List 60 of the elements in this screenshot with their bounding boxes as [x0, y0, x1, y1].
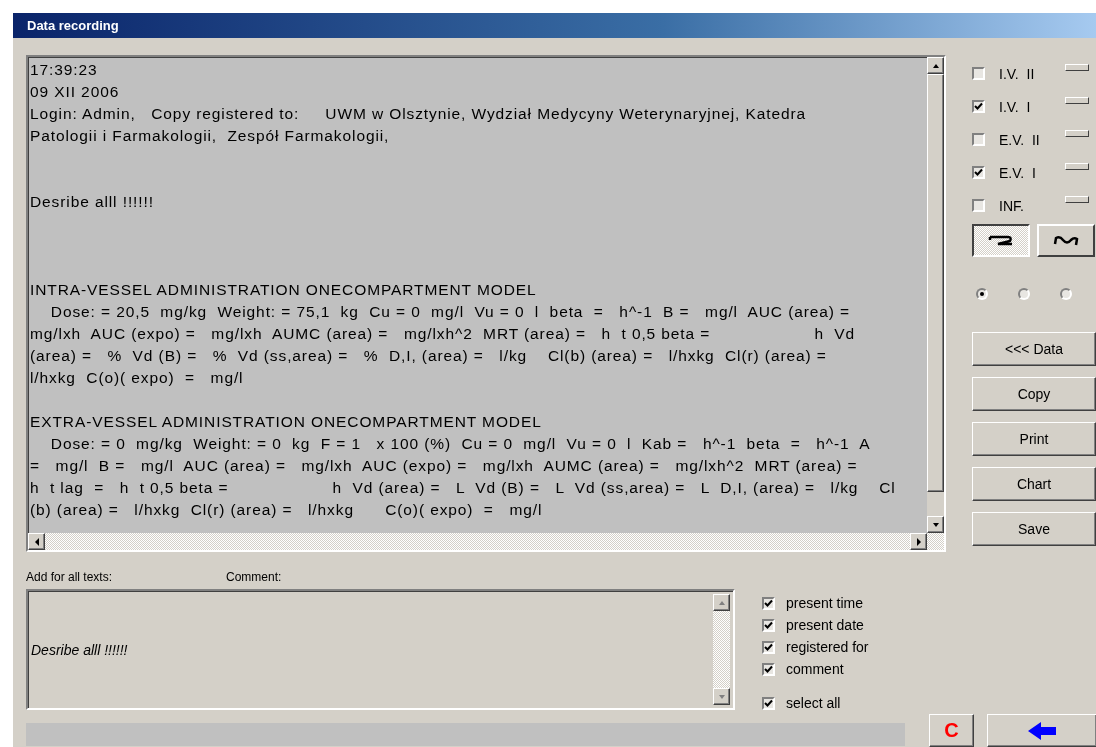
checkbox-label: present date [786, 617, 864, 633]
action-button[interactable]: <<< Data [972, 332, 1096, 366]
scroll-up-button[interactable] [713, 594, 730, 611]
window-title: Data recording [27, 18, 119, 33]
checkbox[interactable] [762, 640, 775, 654]
triangle-icon [931, 62, 940, 69]
checkbox-label: E.V. I [999, 164, 1037, 181]
checkbox-label: present time [786, 595, 864, 611]
zigzag-curve-button[interactable] [972, 224, 1030, 257]
triangle-icon [33, 537, 40, 546]
report-paragraph: INTRA-VESSEL ADMINISTRATION ONECOMPARTMENT MODEL Dose: = 20,5 mg/kg Weight: = 75,1 kg Cu = 0 mg/l Vu = 0 l beta = h^-1 B = mg/l AUC (area) = mg/lxh AUC (expo) = mg/lxh AUMC (area) = mg/lxh^2 MRT (area) = h t 0,5 beta = h Vd (area) = % Vd (B) = % Vd (ss,area) = % D,I, (area) = l/kg Cl(b) (area) = l/hxkg Cl(r) (area) = l/hxkg C(o)( expo) = mg/l [30, 280, 857, 388]
report-paragraph: 17:39:23 09 XII 2006 Login: Admin, Copy registered to: UWM w Olsztynie, Wydział Medycyny Weterynaryjnej, Katedra Patologii i Farmakologii, Zespół Farmakologii, [30, 60, 808, 146]
left-arrow-icon [1027, 720, 1057, 741]
back-button[interactable] [987, 714, 1096, 747]
checkbox[interactable] [972, 100, 985, 113]
small-button[interactable] [1065, 196, 1089, 203]
comment-field[interactable]: Desribe alll !!!!!! [26, 589, 735, 710]
scroll-right-button[interactable] [910, 533, 927, 550]
checkbox-label: I.V. II [999, 65, 1036, 82]
wave-curve-button[interactable] [1037, 224, 1095, 257]
action-button[interactable]: Save [972, 512, 1096, 546]
radio-button[interactable] [1060, 288, 1072, 300]
scroll-left-button[interactable] [28, 533, 45, 550]
small-button[interactable] [1065, 97, 1089, 104]
report-paragraph: EXTRA-VESSEL ADMINISTRATION ONECOMPARTMENT MODEL Dose: = 0 mg/kg Weight: = 0 kg F = 1 x 100 (%) Cu = 0 mg/l Vu = 0 l Kab = h^-1 beta = h^-1 A = mg/l B = mg/l AUC (area) = mg/lxh AUC (expo) = mg/lxh AUMC (area) = mg/lxh^2 MRT (area) = h t lag = h t 0,5 beta = h Vd (area) = L Vd (B) = L Vd (ss,area) = L D,I, (area) = l/kg Cl (b) (area) = l/hxkg Cl(r) (area) = l/hxkg C(o)( expo) = mg/l [30, 412, 897, 520]
vertical-scrollbar[interactable] [713, 594, 730, 705]
checkbox-label: E.V. II [999, 131, 1041, 148]
report-text-area[interactable] [26, 55, 946, 552]
radio-button[interactable] [976, 288, 988, 300]
checkbox[interactable] [762, 618, 775, 632]
comment-label: Comment: [226, 570, 282, 584]
small-button[interactable] [1065, 64, 1089, 71]
checkbox[interactable] [972, 133, 985, 146]
action-button[interactable]: Copy [972, 377, 1096, 411]
action-button[interactable]: Chart [972, 467, 1096, 501]
checkbox[interactable] [972, 67, 985, 80]
checkbox-label: select all [786, 695, 841, 711]
checkbox-label: registered for [786, 639, 869, 655]
action-button[interactable]: Print [972, 422, 1096, 456]
checkbox[interactable] [762, 596, 775, 610]
zigzag-icon [988, 233, 1014, 248]
wave-icon [1053, 233, 1079, 248]
horizontal-scrollbar[interactable] [28, 533, 944, 550]
scroll-up-button[interactable] [927, 57, 944, 74]
checkbox[interactable] [762, 696, 775, 710]
checkbox[interactable] [972, 166, 985, 179]
small-button[interactable] [1065, 163, 1089, 170]
checkbox-label: comment [786, 661, 844, 677]
checkbox[interactable] [972, 199, 985, 212]
scroll-down-button[interactable] [713, 688, 730, 705]
checkbox[interactable] [762, 662, 775, 676]
scroll-down-button[interactable] [927, 516, 944, 533]
checkbox-label: INF. [999, 197, 1025, 214]
add-label: Add for all texts: [26, 570, 114, 584]
checkbox-label: I.V. I [999, 98, 1032, 115]
triangle-icon [717, 693, 726, 700]
small-button[interactable] [1065, 130, 1089, 137]
triangle-icon [717, 599, 726, 606]
radio-button[interactable] [1018, 288, 1030, 300]
report-paragraph: Desribe alll !!!!!! [30, 192, 155, 212]
